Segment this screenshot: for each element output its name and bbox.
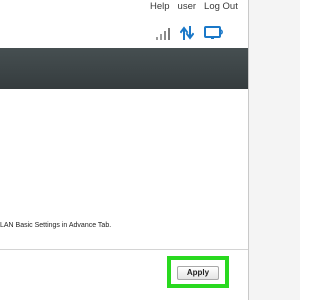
top-links: Help user Log Out [150,1,238,12]
info-text: LAN Basic Settings in Advance Tab. [0,222,112,229]
apply-button[interactable]: Apply [177,266,219,280]
apply-highlight: Apply [167,256,229,288]
user-link[interactable]: user [178,1,196,12]
router-admin-page: Help user Log Out LAN Basic Settings in … [0,0,300,300]
right-divider [248,0,249,300]
navigation-bar [0,48,248,89]
status-icons [156,24,224,40]
transfer-arrows-icon [180,26,194,40]
help-link[interactable]: Help [150,1,170,12]
content-divider [0,249,248,250]
logout-link[interactable]: Log Out [204,1,238,12]
monitor-icon [204,26,223,39]
right-gutter [249,0,300,300]
signal-strength-icon [156,27,170,40]
